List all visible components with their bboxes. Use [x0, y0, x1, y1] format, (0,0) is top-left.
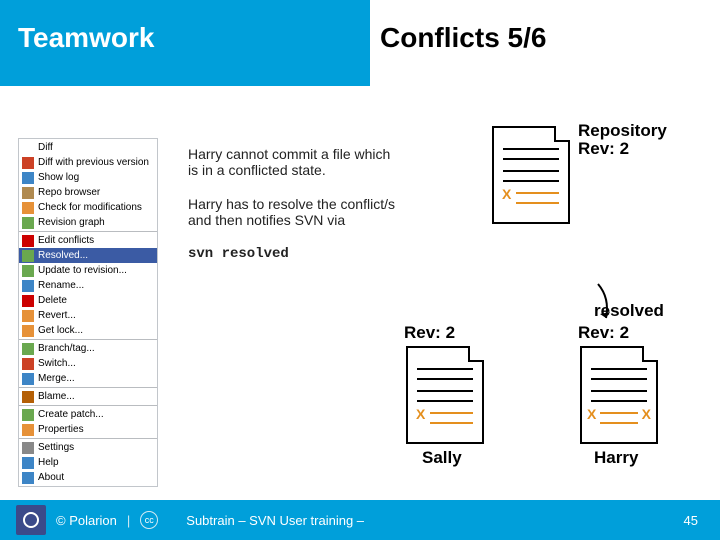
menu-item-update-to-rev[interactable]: Update to revision...: [19, 263, 157, 278]
repository-block: X Repository Rev: 2: [492, 126, 570, 224]
menu-item-rev-graph[interactable]: Revision graph: [19, 215, 157, 230]
revgraph-icon: [22, 217, 34, 229]
header-right-title: Conflicts 5/6: [370, 0, 720, 86]
harry-doc-icon: X X: [580, 346, 658, 444]
repository-label: Repository Rev: 2: [578, 122, 667, 158]
menu-item-switch[interactable]: Switch...: [19, 356, 157, 371]
sally-name-label: Sally: [422, 448, 462, 468]
footer-bar: © Polarion | cc Subtrain – SVN User trai…: [0, 500, 720, 540]
footer-training-text: Subtrain – SVN User training –: [186, 513, 364, 528]
menu-item-about[interactable]: About: [19, 470, 157, 485]
sally-rev-label: Rev: 2: [404, 324, 455, 342]
menu-item-branch-tag[interactable]: Branch/tag...: [19, 341, 157, 356]
sally-block: Rev: 2 X Sally: [406, 346, 484, 444]
patch-icon: [22, 409, 34, 421]
menu-item-create-patch[interactable]: Create patch...: [19, 407, 157, 422]
menu-item-get-lock[interactable]: Get lock...: [19, 323, 157, 338]
slide-content: Diff Diff with previous version Show log…: [0, 86, 720, 500]
menu-item-resolved[interactable]: Resolved...: [19, 248, 157, 263]
x-mark: X: [642, 406, 651, 422]
page-number: 45: [684, 513, 698, 528]
harry-rev-label: Rev: 2: [578, 324, 629, 342]
body-text: Harry cannot commit a file which is in a…: [188, 146, 398, 262]
harry-name-label: Harry: [594, 448, 638, 468]
editconf-icon: [22, 235, 34, 247]
help-icon: [22, 457, 34, 469]
menu-item-edit-conflicts[interactable]: Edit conflicts: [19, 233, 157, 248]
polarion-logo-icon: [16, 505, 46, 535]
menu-item-blame[interactable]: Blame...: [19, 389, 157, 404]
menu-item-check-mods[interactable]: Check for modifications: [19, 200, 157, 215]
menu-item-repo-browser[interactable]: Repo browser: [19, 185, 157, 200]
menu-item-properties[interactable]: Properties: [19, 422, 157, 437]
context-menu: Diff Diff with previous version Show log…: [18, 138, 158, 487]
repo-icon: [22, 187, 34, 199]
blame-icon: [22, 391, 34, 403]
settings-icon: [22, 442, 34, 454]
menu-item-help[interactable]: Help: [19, 455, 157, 470]
menu-item-diff-prev[interactable]: Diff with previous version: [19, 155, 157, 170]
about-icon: [22, 472, 34, 484]
menu-item-delete[interactable]: Delete: [19, 293, 157, 308]
lock-icon: [22, 325, 34, 337]
x-mark: X: [416, 406, 425, 422]
switch-icon: [22, 358, 34, 370]
log-icon: [22, 172, 34, 184]
x-mark: X: [502, 186, 511, 202]
resolved-icon: [22, 250, 34, 262]
sally-doc-icon: X: [406, 346, 484, 444]
harry-block: Rev: 2 X X Harry: [580, 346, 658, 444]
branch-icon: [22, 343, 34, 355]
diff-icon: [22, 142, 34, 154]
repo-doc-icon: X: [492, 126, 570, 224]
command-text: svn resolved: [188, 246, 398, 262]
diff-prev-icon: [22, 157, 34, 169]
menu-item-merge[interactable]: Merge...: [19, 371, 157, 386]
paragraph-1: Harry cannot commit a file which is in a…: [188, 146, 398, 178]
footer-copyright: © Polarion: [56, 513, 117, 528]
revert-icon: [22, 310, 34, 322]
cc-icon: cc: [140, 511, 158, 529]
paragraph-2: Harry has to resolve the conflict/s and …: [188, 196, 398, 228]
delete-icon: [22, 295, 34, 307]
update-icon: [22, 265, 34, 277]
x-mark: X: [587, 406, 596, 422]
header-left-title: Teamwork: [0, 0, 370, 86]
merge-icon: [22, 373, 34, 385]
props-icon: [22, 424, 34, 436]
menu-item-settings[interactable]: Settings: [19, 440, 157, 455]
menu-item-show-log[interactable]: Show log: [19, 170, 157, 185]
menu-item-revert[interactable]: Revert...: [19, 308, 157, 323]
menu-item-diff[interactable]: Diff: [19, 140, 157, 155]
check-icon: [22, 202, 34, 214]
rename-icon: [22, 280, 34, 292]
menu-item-rename[interactable]: Rename...: [19, 278, 157, 293]
